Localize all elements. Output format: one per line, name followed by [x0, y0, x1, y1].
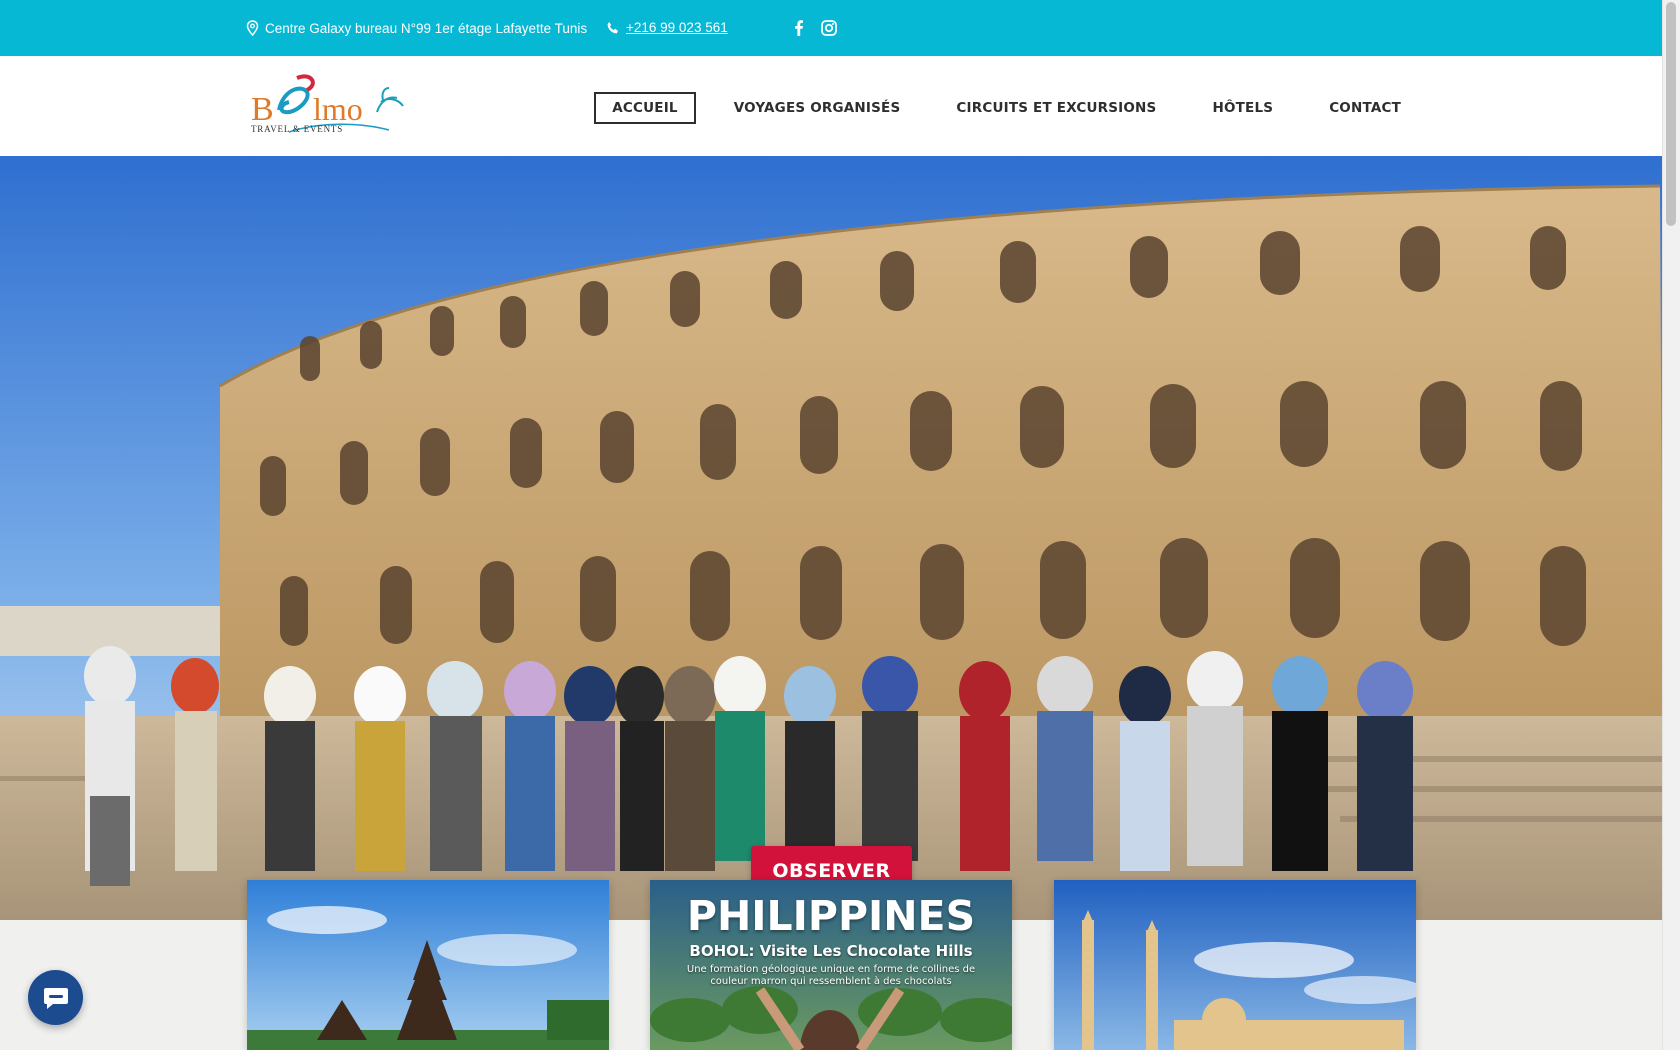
hero-image	[0, 156, 1663, 920]
hero-banner: OBSERVER	[0, 156, 1663, 920]
site-header: B lmo TRAVEL & EVENTS ACCUEIL VOYAGES OR…	[0, 56, 1663, 156]
nav-item-hotels[interactable]: HÔTELS	[1194, 92, 1291, 124]
main-nav: ACCUEIL VOYAGES ORGANISÉS CIRCUITS ET EX…	[594, 92, 1419, 124]
nav-item-contact[interactable]: CONTACT	[1311, 92, 1419, 124]
page-scrollbar[interactable]	[1662, 0, 1680, 1050]
svg-text:lmo: lmo	[313, 91, 363, 127]
facebook-icon[interactable]	[790, 19, 808, 37]
nav-item-voyages-organises[interactable]: VOYAGES ORGANISÉS	[716, 92, 919, 124]
card-title: PHILIPPINES	[686, 892, 976, 940]
card-subtitle: BOHOL: Visite Les Chocolate Hills	[689, 942, 973, 960]
svg-text:B: B	[251, 91, 274, 128]
destination-card-bali[interactable]	[247, 880, 609, 1050]
destination-card-mosque[interactable]	[1054, 880, 1416, 1050]
chat-button[interactable]	[28, 970, 83, 1025]
nav-item-accueil[interactable]: ACCUEIL	[594, 92, 696, 124]
chat-bubble-icon	[43, 987, 68, 1009]
site-logo[interactable]: B lmo TRAVEL & EVENTS	[249, 70, 409, 142]
destination-card-philippines[interactable]: PHILIPPINES BOHOL: Visite Les Chocolate …	[650, 880, 1012, 1050]
instagram-icon[interactable]	[820, 19, 838, 37]
phone-link[interactable]: +216 99 023 561	[626, 20, 728, 35]
top-bar: Centre Galaxy bureau N°99 1er étage Lafa…	[0, 0, 1663, 56]
bali-temple-image	[247, 880, 609, 1050]
scrollbar-thumb[interactable]	[1666, 2, 1676, 226]
phone-icon	[607, 21, 618, 33]
location-pin-icon	[246, 20, 259, 36]
group-of-travelers	[84, 646, 1413, 886]
address: Centre Galaxy bureau N°99 1er étage Lafa…	[246, 20, 587, 36]
phone[interactable]: +216 99 023 561	[606, 20, 728, 35]
card-description: Une formation géologique unique en forme…	[686, 964, 976, 987]
logo-tagline: TRAVEL & EVENTS	[251, 124, 343, 134]
address-text: Centre Galaxy bureau N°99 1er étage Lafa…	[265, 20, 588, 36]
nav-item-circuits-excursions[interactable]: CIRCUITS ET EXCURSIONS	[938, 92, 1174, 124]
mosque-image	[1054, 880, 1416, 1050]
